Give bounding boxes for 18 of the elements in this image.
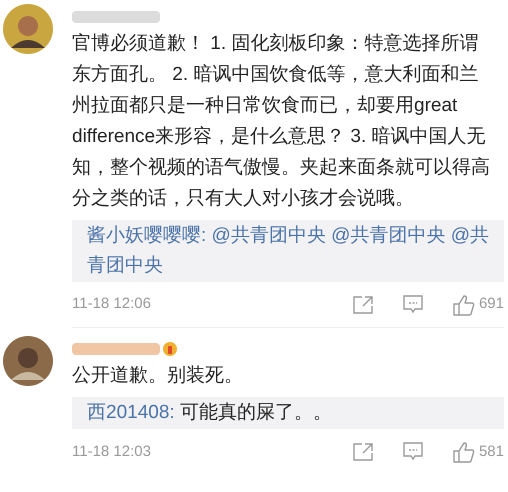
like-count: 691: [478, 294, 504, 314]
thumbs-up-icon[interactable]: [452, 294, 475, 316]
reply-text: 西201408: 可能真的屎了。。: [87, 401, 333, 425]
reply-text: 酱小妖嘤嘤嘤: @共青团中央 @共青团中央 @共青团中央: [87, 224, 489, 278]
thumbs-up-icon[interactable]: [452, 441, 475, 463]
avatar[interactable]: [3, 4, 53, 54]
like-count: 581: [478, 442, 504, 462]
share-icon[interactable]: [352, 443, 373, 461]
timestamp: 11-18 12:06: [72, 294, 151, 314]
comment-icon[interactable]: [402, 294, 423, 314]
reply-box[interactable]: 酱小妖嘤嘤嘤: @共青团中央 @共青团中央 @共青团中央: [72, 220, 504, 282]
avatar[interactable]: [3, 336, 53, 386]
comment-icon[interactable]: [402, 442, 423, 462]
reply-box[interactable]: 西201408: 可能真的屎了。。: [72, 397, 504, 429]
timestamp: 11-18 12:03: [72, 442, 151, 462]
comment-text: 官博必须道歉！ 1. 固化刻板印象：特意选择所谓东方面孔。 2. 暗讽中国饮食低等，意大利面和兰州拉面都只是一种日常饮食而已，却要用great difference来形容，是什么意思？ 3. 暗讽中国人无知，整个视频的语气傲慢。夹起来面条就可以得高分之类的话，只有大人对小孩才会说哦。: [72, 32, 491, 211]
comment-text: 公开道歉。别装死。: [72, 364, 244, 388]
share-icon[interactable]: [352, 296, 373, 314]
